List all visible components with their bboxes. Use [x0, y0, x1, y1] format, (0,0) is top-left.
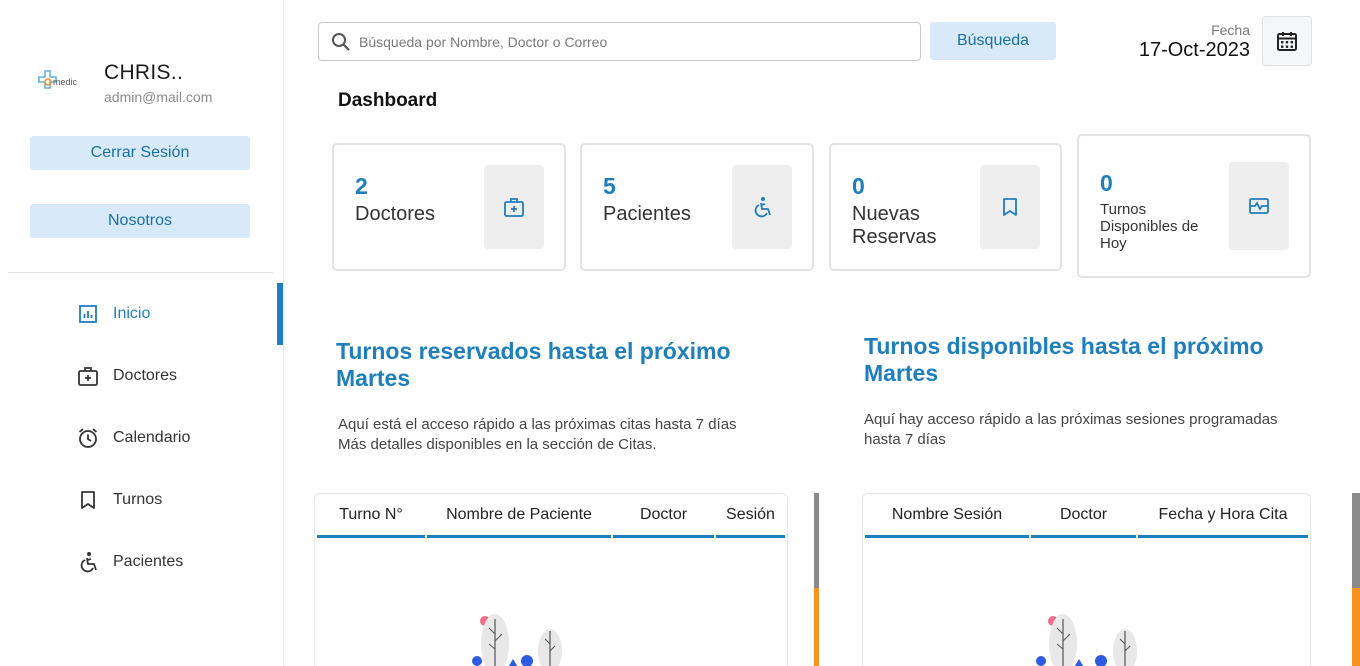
- sidebar-item-label: Turnos: [113, 491, 163, 508]
- column-header[interactable]: Nombre de Paciente: [427, 502, 611, 538]
- booked-section-desc: Aquí está el acceso rápido a las próxima…: [338, 416, 737, 453]
- chart-icon: [77, 303, 99, 325]
- sidebar: medic CHRIS.. admin@mail.com Cerrar Sesi…: [0, 0, 284, 666]
- scrollbar-thumb[interactable]: [1352, 588, 1360, 666]
- medical-bag-icon: [504, 198, 524, 217]
- column-header[interactable]: Turno N°: [317, 502, 425, 538]
- sidebar-divider: [8, 272, 273, 273]
- available-table: Nombre Sesión Doctor Fecha y Hora Cita: [862, 493, 1311, 666]
- accessible-icon: [754, 197, 771, 218]
- calendar-button[interactable]: [1262, 16, 1312, 66]
- booked-table: Turno N° Nombre de Paciente Doctor Sesió…: [314, 493, 788, 666]
- column-header[interactable]: Doctor: [613, 502, 714, 538]
- sidebar-item-calendario[interactable]: Calendario: [0, 407, 284, 469]
- sidebar-item-label: Calendario: [113, 429, 191, 446]
- sidebar-item-label: Doctores: [113, 367, 178, 384]
- stat-icon-tile: [980, 165, 1040, 249]
- bookmark-icon: [1003, 198, 1017, 216]
- empty-state-illustration: [1036, 614, 1137, 666]
- date-block: Fecha 17-Oct-2023: [1139, 22, 1250, 62]
- bookmark-icon: [77, 489, 99, 511]
- stat-value: 2: [355, 173, 368, 199]
- page-scrollbar[interactable]: [1352, 493, 1360, 666]
- search-input[interactable]: [359, 33, 899, 50]
- stat-value: 5: [603, 173, 616, 199]
- logo-text: medic: [53, 77, 78, 87]
- table-header: Turno N° Nombre de Paciente Doctor Sesió…: [317, 502, 787, 538]
- schedule-icon: [1249, 198, 1269, 214]
- stat-value: 0: [852, 173, 865, 199]
- stat-card-pacientes: 5 Pacientes: [580, 143, 814, 271]
- sidebar-item-doctores[interactable]: Doctores: [0, 345, 284, 407]
- column-header[interactable]: Fecha y Hora Cita: [1138, 502, 1308, 538]
- profile-email: admin@mail.com: [104, 89, 213, 105]
- calendar-icon: [1277, 32, 1297, 51]
- stat-label: Nuevas Reservas: [852, 203, 937, 248]
- empty-state-illustration: [472, 614, 562, 666]
- stat-card-doctores: 2 Doctores: [332, 143, 566, 271]
- profile-info: CHRIS.. admin@mail.com: [104, 61, 213, 106]
- date-value: 17-Oct-2023: [1138, 39, 1250, 61]
- sidebar-item-label: Inicio: [113, 305, 151, 322]
- page-title: Dashboard: [338, 90, 438, 111]
- booked-scrollbar[interactable]: [814, 493, 819, 666]
- profile-name: CHRIS..: [104, 61, 184, 84]
- column-header[interactable]: Nombre Sesión: [865, 502, 1029, 538]
- sidebar-item-pacientes[interactable]: Pacientes: [0, 531, 284, 593]
- sidebar-item-turnos[interactable]: Turnos: [0, 469, 284, 531]
- search-icon: [332, 32, 350, 51]
- sidebar-item-inicio[interactable]: Inicio: [0, 283, 284, 345]
- stat-icon-tile: [732, 165, 792, 249]
- alarm-clock-icon: [77, 427, 99, 449]
- scrollbar-thumb[interactable]: [814, 588, 819, 666]
- column-header[interactable]: Sesión: [716, 502, 785, 538]
- about-button[interactable]: Nosotros: [30, 204, 250, 238]
- stat-label: Doctores: [355, 203, 436, 225]
- booked-section-title: Turnos reservados hasta el próximo Marte…: [336, 338, 731, 391]
- stat-icon-tile: [1229, 162, 1289, 250]
- available-section-title: Turnos disponibles hasta el próximo Mart…: [864, 333, 1264, 386]
- medical-bag-icon: [77, 365, 99, 387]
- medic-logo: medic: [38, 70, 78, 89]
- stat-card-reservas: 0 Nuevas Reservas: [829, 143, 1062, 271]
- sidebar-nav: Inicio Doctores Calendario Turnos Pacien…: [0, 283, 284, 593]
- stat-icon-tile: [484, 165, 544, 249]
- search-button[interactable]: Búsqueda: [930, 22, 1056, 60]
- stat-card-turnos-hoy: 0 Turnos Disponibles de Hoy: [1077, 134, 1311, 278]
- column-header[interactable]: Doctor: [1031, 502, 1136, 538]
- table-header: Nombre Sesión Doctor Fecha y Hora Cita: [865, 502, 1310, 538]
- date-label: Fecha: [1211, 22, 1250, 38]
- accessible-icon: [77, 551, 99, 573]
- available-section-desc: Aquí hay acceso rápido a las próximas se…: [864, 411, 1278, 448]
- sidebar-item-label: Pacientes: [113, 553, 184, 570]
- logout-button[interactable]: Cerrar Sesión: [30, 136, 250, 170]
- stat-label: Turnos Disponibles de Hoy: [1100, 201, 1199, 252]
- stat-value: 0: [1100, 170, 1113, 196]
- search-box: [318, 22, 921, 61]
- stat-label: Pacientes: [603, 203, 691, 225]
- profile: medic CHRIS.. admin@mail.com: [34, 62, 212, 105]
